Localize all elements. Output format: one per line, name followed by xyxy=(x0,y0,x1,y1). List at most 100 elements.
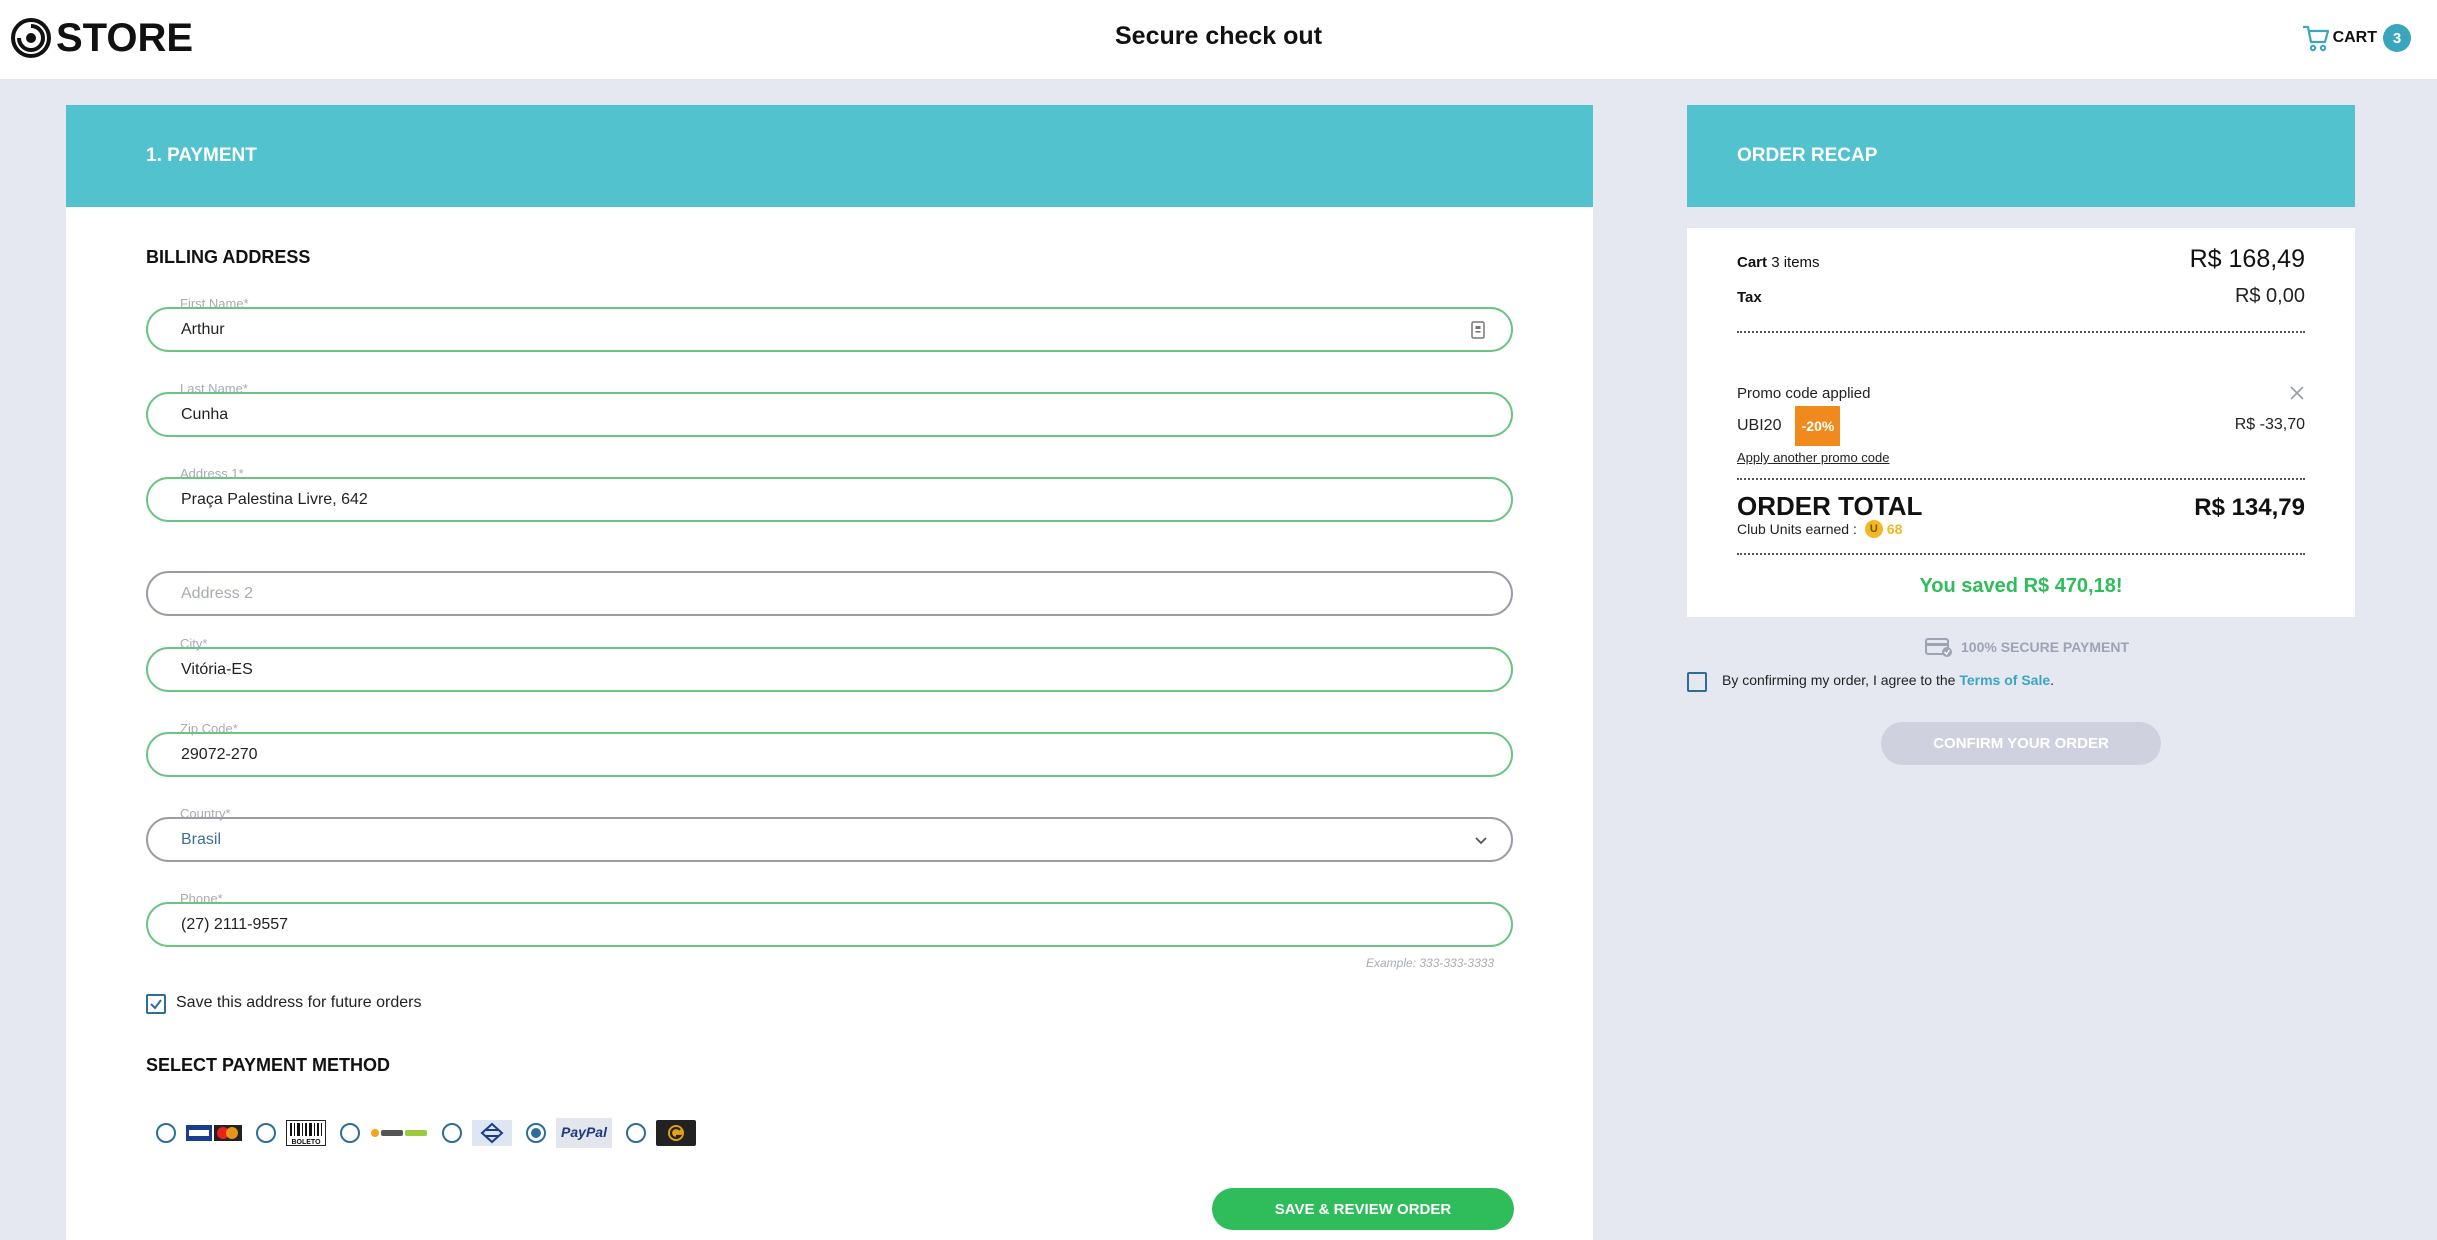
store-logo[interactable]: STORE xyxy=(10,15,193,61)
first-name-field: First Name* Arthur xyxy=(146,296,1513,356)
order-total-value: R$ 134,79 xyxy=(2194,494,2305,521)
address1-input[interactable]: Praça Palestina Livre, 642 xyxy=(146,477,1513,522)
logo-text: STORE xyxy=(56,16,194,60)
tax-label: Tax xyxy=(1737,289,1762,306)
last-name-value: Cunha xyxy=(181,405,229,423)
payment-option-boleto[interactable]: BOLETO xyxy=(256,1118,326,1148)
promo-applied-label: Promo code applied xyxy=(1737,385,1871,402)
payment-option-credit-card[interactable] xyxy=(156,1118,242,1148)
boleto-radio[interactable] xyxy=(256,1123,276,1143)
secure-card-icon xyxy=(1925,638,1952,657)
country-field: Country* Brasil xyxy=(146,806,1513,866)
ubisoft-swirl-icon xyxy=(11,18,51,58)
payment-option-pagseguro[interactable] xyxy=(340,1118,428,1148)
first-name-value: Arthur xyxy=(181,320,225,338)
zip-code-field: Zip Code* 29072-270 xyxy=(146,721,1513,781)
phone-value: (27) 2111-9557 xyxy=(181,915,289,933)
chevron-down-icon xyxy=(1475,837,1487,845)
divider xyxy=(1737,553,2305,555)
cart-row: Cart 3 items R$ 168,49 xyxy=(1737,245,2305,274)
zip-code-input[interactable]: 29072-270 xyxy=(146,732,1513,777)
credit-card-logo-icon xyxy=(186,1118,242,1148)
pagseguro-logo-icon xyxy=(370,1118,428,1148)
cart-item-count: 3 items xyxy=(1771,254,1820,271)
save-review-order-button[interactable]: SAVE & REVIEW ORDER xyxy=(1212,1188,1514,1230)
secure-payment-label: 100% SECURE PAYMENT xyxy=(1961,639,2130,655)
payment-panel: 1. PAYMENT BILLING ADDRESS First Name* A… xyxy=(66,105,1593,1240)
confirm-order-button[interactable]: CONFIRM YOUR ORDER xyxy=(1881,722,2161,765)
top-bar: STORE Secure check out CART 3 xyxy=(0,0,2437,80)
divider xyxy=(1737,478,2305,480)
terms-checkbox[interactable] xyxy=(1687,672,1707,692)
gift-card-radio[interactable] xyxy=(626,1123,646,1143)
paypal-radio[interactable] xyxy=(526,1123,546,1143)
contact-card-icon[interactable] xyxy=(1471,321,1485,339)
payment-option-banco-do-brasil[interactable] xyxy=(442,1118,512,1148)
divider xyxy=(1737,331,2305,333)
pagseguro-radio[interactable] xyxy=(340,1123,360,1143)
boleto-logo-icon: BOLETO xyxy=(286,1118,326,1148)
cart-summary-label: Cart 3 items xyxy=(1737,254,1820,271)
cart-summary-title: Cart xyxy=(1737,254,1768,271)
country-select[interactable]: Brasil xyxy=(146,817,1513,862)
save-address-checkbox[interactable] xyxy=(146,994,166,1014)
paypal-logo-text: PayPal xyxy=(561,1124,608,1140)
tax-row: Tax R$ 0,00 xyxy=(1737,285,2305,308)
tax-value: R$ 0,00 xyxy=(2234,285,2305,307)
order-recap-header: ORDER RECAP xyxy=(1687,105,2355,207)
secure-payment-badge: 100% SECURE PAYMENT xyxy=(1925,636,2129,658)
city-field: City* Vitória-ES xyxy=(146,636,1513,696)
phone-example-hint: Example: 333-333-3333 xyxy=(1366,956,1495,970)
terms-prefix: By confirming my order, I agree to the xyxy=(1722,672,1956,688)
terms-of-sale-link[interactable]: Terms of Sale xyxy=(1959,672,2050,688)
order-recap-title: ORDER RECAP xyxy=(1737,145,1878,166)
cart-button[interactable]: CART 3 xyxy=(2301,20,2411,56)
address2-placeholder: Address 2 xyxy=(181,584,254,602)
banco-do-brasil-logo-icon xyxy=(472,1118,512,1148)
city-input[interactable]: Vitória-ES xyxy=(146,647,1513,692)
address2-field: Address 2 xyxy=(146,571,1513,616)
phone-input[interactable]: (27) 2111-9557 xyxy=(146,902,1513,947)
promo-code-row: UBI20 -20% xyxy=(1737,406,1841,446)
zip-code-value: 29072-270 xyxy=(181,745,258,763)
save-address-label: Save this address for future orders xyxy=(176,994,422,1011)
banco-do-brasil-radio[interactable] xyxy=(442,1123,462,1143)
close-icon[interactable] xyxy=(2289,385,2305,401)
terms-suffix: . xyxy=(2050,672,2055,688)
club-units-value: 68 xyxy=(1886,521,1903,537)
terms-text: By confirming my order, I agree to the T… xyxy=(1722,672,2054,688)
address1-value: Praça Palestina Livre, 642 xyxy=(181,490,368,508)
cart-subtotal: R$ 168,49 xyxy=(2189,245,2305,273)
apply-another-promo-link[interactable]: Apply another promo code xyxy=(1737,450,1889,465)
savings-message: You saved R$ 470,18! xyxy=(1919,575,2123,597)
payment-section-header[interactable]: 1. PAYMENT xyxy=(66,105,1593,207)
address1-field: Address 1* Praça Palestina Livre, 642 xyxy=(146,466,1513,526)
phone-field: Phone* (27) 2111-9557 xyxy=(146,891,1513,951)
last-name-input[interactable]: Cunha xyxy=(146,392,1513,437)
payment-option-gift-card[interactable] xyxy=(626,1118,696,1148)
country-value: Brasil xyxy=(181,830,222,848)
promo-discount-amount: R$ -33,70 xyxy=(2234,416,2305,433)
discount-badge: -20% xyxy=(1795,406,1841,446)
gift-card-logo-icon xyxy=(656,1118,696,1148)
city-value: Vitória-ES xyxy=(181,660,253,678)
cart-count-badge: 3 xyxy=(2383,24,2411,52)
promo-code-value: UBI20 xyxy=(1737,417,1782,434)
credit-card-radio[interactable] xyxy=(156,1123,176,1143)
checkmark-icon xyxy=(150,999,162,1010)
payment-method-heading: SELECT PAYMENT METHOD xyxy=(146,1055,391,1075)
address2-input[interactable]: Address 2 xyxy=(146,571,1513,616)
last-name-field: Last Name* Cunha xyxy=(146,381,1513,441)
page-title: Secure check out xyxy=(1114,22,1323,50)
payment-option-paypal[interactable]: PayPal xyxy=(526,1118,612,1148)
first-name-input[interactable]: Arthur xyxy=(146,307,1513,352)
billing-address-heading: BILLING ADDRESS xyxy=(146,247,311,267)
cart-icon xyxy=(2302,25,2329,52)
club-units-coin-icon: U xyxy=(1864,520,1883,538)
paypal-logo-icon: PayPal xyxy=(556,1118,612,1148)
boleto-logo-text: BOLETO xyxy=(291,1139,321,1146)
order-total-label: ORDER TOTAL xyxy=(1737,491,1923,521)
club-units-row: Club Units earned : U 68 xyxy=(1737,520,1902,538)
cart-label: CART xyxy=(2332,29,2377,46)
order-recap-panel: Cart 3 items R$ 168,49 Tax R$ 0,00 Promo… xyxy=(1687,228,2355,617)
